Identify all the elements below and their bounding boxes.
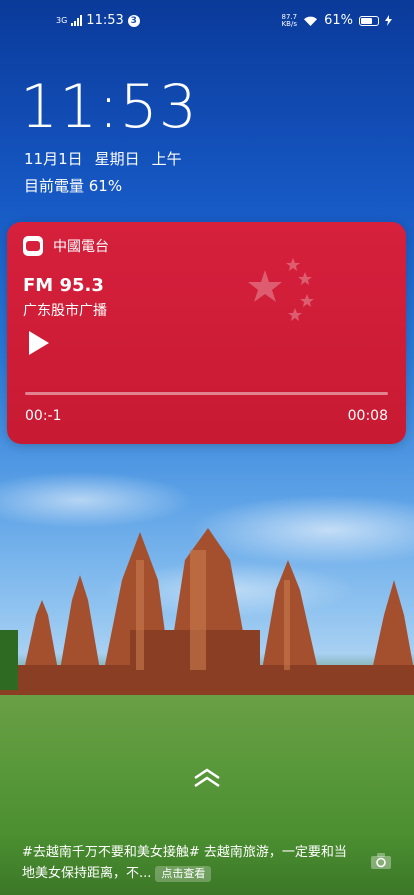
- net-speed: 87.7 KB/s: [281, 13, 298, 28]
- app-name: 中國電台: [53, 239, 109, 255]
- radio-app-icon: [23, 236, 43, 256]
- elapsed-time: 00:-1: [25, 408, 62, 424]
- media-notification-card[interactable]: 中國電台 FM 95.3 广东股市广播 00:-1 00:08: [7, 222, 406, 444]
- view-news-button[interactable]: 点击查看: [155, 866, 212, 882]
- weekday-text: 星期日: [94, 150, 140, 168]
- temple-image: [0, 528, 414, 695]
- network-type: 3G: [56, 15, 68, 25]
- signal-icon: [71, 15, 83, 26]
- news-ticker[interactable]: #去越南千万不要和美女接触# 去越南旅游，一定要和当地美女保持距离，不... 点击…: [22, 842, 352, 884]
- total-duration: 00:08: [347, 408, 388, 424]
- flag-stars-icon: [248, 258, 314, 321]
- lockscreen-date: 11月1日 星期日 上午: [24, 148, 182, 169]
- period-text: 上午: [151, 150, 182, 168]
- status-bar: 3G 11:53 3 87.7 KB/s 61%: [0, 0, 414, 44]
- camera-icon[interactable]: [370, 852, 392, 870]
- progress-bar[interactable]: [25, 392, 388, 395]
- station-name: 广东股市广播: [23, 303, 107, 319]
- date-text: 11月1日: [24, 150, 83, 168]
- battery-percent: 61%: [324, 13, 353, 28]
- status-time: 11:53: [86, 13, 124, 28]
- net-speed-unit: KB/s: [281, 19, 297, 28]
- notification-badge: 3: [127, 14, 140, 27]
- battery-status-line: 目前電量 61%: [24, 177, 123, 195]
- battery-icon: [359, 15, 379, 26]
- charging-icon: [385, 15, 392, 26]
- wifi-icon: [304, 16, 318, 26]
- lockscreen-clock: 11:53: [20, 72, 198, 142]
- swipe-up-icon[interactable]: [192, 768, 222, 788]
- frequency-label: FM 95.3: [23, 275, 104, 296]
- app-header: 中國電台: [23, 236, 109, 256]
- play-icon[interactable]: [27, 330, 51, 356]
